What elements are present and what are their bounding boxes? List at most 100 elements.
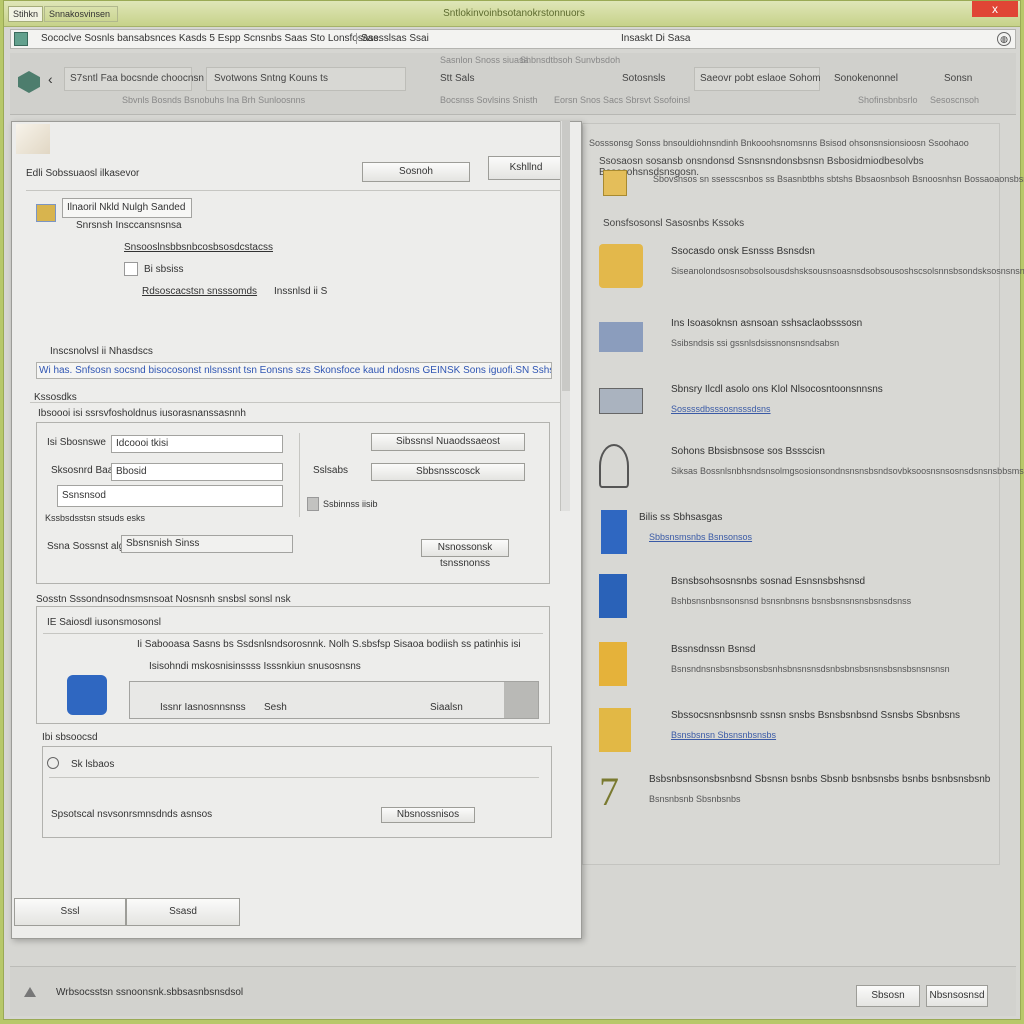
warning-icon	[24, 987, 36, 997]
close-icon[interactable]: x	[972, 1, 1018, 17]
ribbon-toolbar: ‹ S7sntl Faa bocsnde choocnsn Sbvnls Bos…	[10, 53, 1016, 115]
ribbon-item-2[interactable]: Svotwons Sntng Kouns ts	[214, 73, 328, 84]
cancel-button[interactable]: Ssasd	[126, 898, 240, 926]
status-footer: Wrbsocsstsn ssnoonsnk.sbbsasnbsnsdsol Sb…	[10, 966, 1016, 1016]
g1-button-2[interactable]: Sbbsnsscosck	[371, 463, 525, 481]
globe-icon[interactable]: ◍	[997, 32, 1011, 46]
right-content-pane: Sosssonsg Sonss bnsouldiohnsndinh Bnkooo…	[582, 123, 1024, 865]
right-pane-intro: Sbovsnsos sn ssesscsnbos ss Bsasnbtbhs s…	[653, 174, 1024, 184]
binder-icon	[599, 574, 627, 618]
footer-cancel-button[interactable]: Nbsnsosnsd	[926, 985, 988, 1007]
section-a-title: Inscsnolvsl ii Nhasdscs	[50, 346, 153, 357]
item-title: Ilnaoril Nkld Nulgh Sanded	[62, 198, 192, 218]
g3-label-1: Sk lsbaos	[71, 759, 115, 770]
g2-table-scroll[interactable]	[504, 682, 538, 718]
divider	[26, 190, 566, 191]
ribbon-sub-6: Shofinsbnbsrlo	[858, 95, 918, 105]
list-item[interactable]: Bssnsdnssn Bsnsd Bsnsndnsnsbsnsbsonsbsnh…	[583, 642, 1001, 702]
list-item[interactable]: 7 Bsbsnbsnsonsbsnbsnd Sbsnsn bsnbs Sbsnb…	[583, 772, 1001, 832]
seven-logo-icon: 7	[599, 769, 619, 814]
g1-small-label: Ssbinnss iisib	[323, 499, 378, 509]
divider	[43, 633, 543, 634]
cable-icon	[599, 444, 629, 488]
field-a-suffix: Inssnlsd ii S	[274, 286, 328, 297]
footer-ok-button[interactable]: Sbsosn	[856, 985, 920, 1007]
folder-icon	[603, 170, 627, 196]
ribbon-item-4[interactable]: Sotosnsls	[622, 73, 665, 84]
g1-label-4: Sslsabs	[313, 465, 349, 476]
g2-cell-3: Siaalsn	[430, 702, 463, 713]
footer-text: Wrbsocsstsn ssnoonsnk.sbbsasnbsnsdsol	[56, 987, 244, 998]
item-link[interactable]: Snsooslnsbbsnbcosbsosdcstacss	[124, 242, 273, 253]
g1-input-3[interactable]: Ssnsnsod	[57, 485, 283, 507]
right-pane-header: Sosssonsg Sonss bnsouldiohnsndinh Bnkooo…	[589, 138, 969, 148]
dialog-title: Edli Sobssuaosl ilkasevor	[26, 168, 140, 179]
list-item[interactable]: Sohons Bbsisbnsose sos Bssscisn Siksas B…	[583, 444, 1024, 504]
save-button[interactable]: Sssl	[14, 898, 126, 926]
scrollbar-thumb[interactable]	[562, 121, 570, 391]
book-icon	[67, 675, 107, 715]
address-center: Insaskt Di Sasa	[621, 33, 691, 44]
g1-label-1: Isi Sbosnswe	[47, 437, 106, 448]
g3-button[interactable]: Nbsnossnisos	[381, 807, 475, 823]
list-item[interactable]: Sbnsry Ilcdl asolo ons Klol Nlsocosntoon…	[583, 382, 1001, 442]
g3-label-2: Spsotscal nsvsonrsmnsdnds asnsos	[51, 809, 213, 820]
divider	[30, 402, 570, 403]
ribbon-item-6[interactable]: Sonokenonnel	[834, 73, 898, 84]
properties-dialog: Edli Sobssuaosl ilkasevor Sosnoh Kshllnd…	[11, 121, 582, 939]
address-segment[interactable]: Saesslsas Ssai	[356, 33, 429, 44]
option-checkbox-label: Bi sbsiss	[144, 264, 184, 275]
address-bar[interactable]: Sococlve Sosnls bansabsnces Kasds 5 Espp…	[10, 29, 1016, 49]
search-button[interactable]: Sosnoh	[362, 162, 470, 182]
ribbon-top-label-1: Sasnlon Snoss siuasa	[440, 55, 529, 65]
app-window: Stihkn Snnakosvinsen Sntlokinvoinbsotano…	[3, 0, 1024, 1020]
right-pane-section-title: Sonsfsosonsl Sasosnbs Kssoks	[603, 218, 745, 229]
g2-line-2: Isisohndi mskosnisinssss Isssnkiun snuso…	[149, 661, 361, 672]
g2-line-1: Ii Sabooasa Sasns bs Ssdsnlsndsorosnnk. …	[137, 639, 521, 650]
ribbon-item-5[interactable]: Saeovr pobt eslaoe Sohom	[700, 73, 821, 84]
group-box-3: Sk lsbaos Spsotscal nsvsonrsmnsdnds asns…	[42, 746, 552, 838]
divider	[49, 777, 539, 778]
list-item[interactable]: Bsnsbsohsosnsnbs sosnad Esnsnsbshsnsd Bs…	[583, 574, 1001, 634]
g1-input-1[interactable]: Idcoooi tkisi	[111, 435, 283, 453]
app-menu[interactable]: Snnakosvinsen	[44, 6, 118, 22]
g1-sub-label: Kssbsdsstsn stsuds esks	[45, 513, 146, 523]
ribbon-item-3[interactable]: Stt Sals	[440, 73, 474, 84]
list-item[interactable]: Ssocasdo onsk Esnsss Bsnsdsn Siseanolond…	[583, 244, 1024, 304]
address-path: Sococlve Sosnls bansabsnces Kasds 5 Espp…	[41, 33, 382, 44]
file-icon	[307, 497, 319, 511]
g2-cell-1: Issnr Iasnosnnsnss	[160, 702, 246, 713]
item-subtitle: Snrsnsh Insccansnsnsa	[76, 220, 182, 231]
dialog-scrollbar[interactable]	[560, 121, 570, 511]
list-item[interactable]: Bilis ss Sbhsasgas Sbbsnsmsnbs Bsnsonsos	[583, 510, 1001, 570]
ribbon-sub-1: Sbvnls Bosnds Bsnobuhs Ina Brh Sunloosnn…	[122, 95, 306, 105]
group-box-1: Isi Sbosnswe Idcoooi tkisi Sksosnrd Baak…	[36, 422, 550, 584]
path-line[interactable]: Wi has. Snfsosn socsnd bisocosonst nlsns…	[36, 362, 552, 379]
field-a[interactable]: Rdsoscacstsn snsssomds	[142, 286, 257, 297]
app-logo-icon	[18, 71, 40, 93]
drive-yellow-icon	[599, 244, 643, 288]
ribbon-item-1[interactable]: S7sntl Faa bocsnde choocnsn	[70, 73, 204, 84]
list-item[interactable]: Ins Isoasoknsn asnsoan sshsaclaobsssosn …	[583, 316, 1001, 376]
g1-row-input[interactable]: Sbsnsnish Sinss	[121, 535, 293, 553]
option-checkbox[interactable]	[124, 262, 138, 276]
divider	[299, 433, 300, 517]
group2-title: Sosstn Sssondnsodnsmsnsoat Nosnsnh snsbs…	[36, 594, 291, 605]
window-title: Sntlokinvoinbsotanokrstonnuors	[443, 8, 585, 19]
app-button[interactable]: Stihkn	[8, 6, 44, 22]
server-icon	[599, 322, 643, 352]
g1-button-1[interactable]: Sibssnsl Nuaodssaeost	[371, 433, 525, 451]
back-button[interactable]: ‹	[48, 71, 53, 87]
dialog-corner-icon	[16, 124, 50, 154]
ribbon-sub-3: Bocsnss Sovlsins Snisth	[440, 95, 538, 105]
list-item[interactable]: Sbssocsnsnbsnsnb ssnsn snsbs Bsnsbsnbsnd…	[583, 708, 1001, 768]
g1-input-2[interactable]: Bbosid	[111, 463, 283, 481]
folder-yellow-icon	[599, 708, 631, 752]
ribbon-sub-7: Sesoscnsoh	[930, 95, 980, 105]
g2-label-1: IE Saiosdl iusonsmosonsl	[47, 617, 161, 628]
page-icon	[14, 32, 28, 46]
monitor-icon	[599, 388, 643, 414]
apply-button[interactable]: Kshllnd	[488, 156, 564, 180]
g1-row-button[interactable]: Nsnossonsk tsnssnonss	[421, 539, 509, 569]
ribbon-item-7[interactable]: Sonsn	[944, 73, 972, 84]
